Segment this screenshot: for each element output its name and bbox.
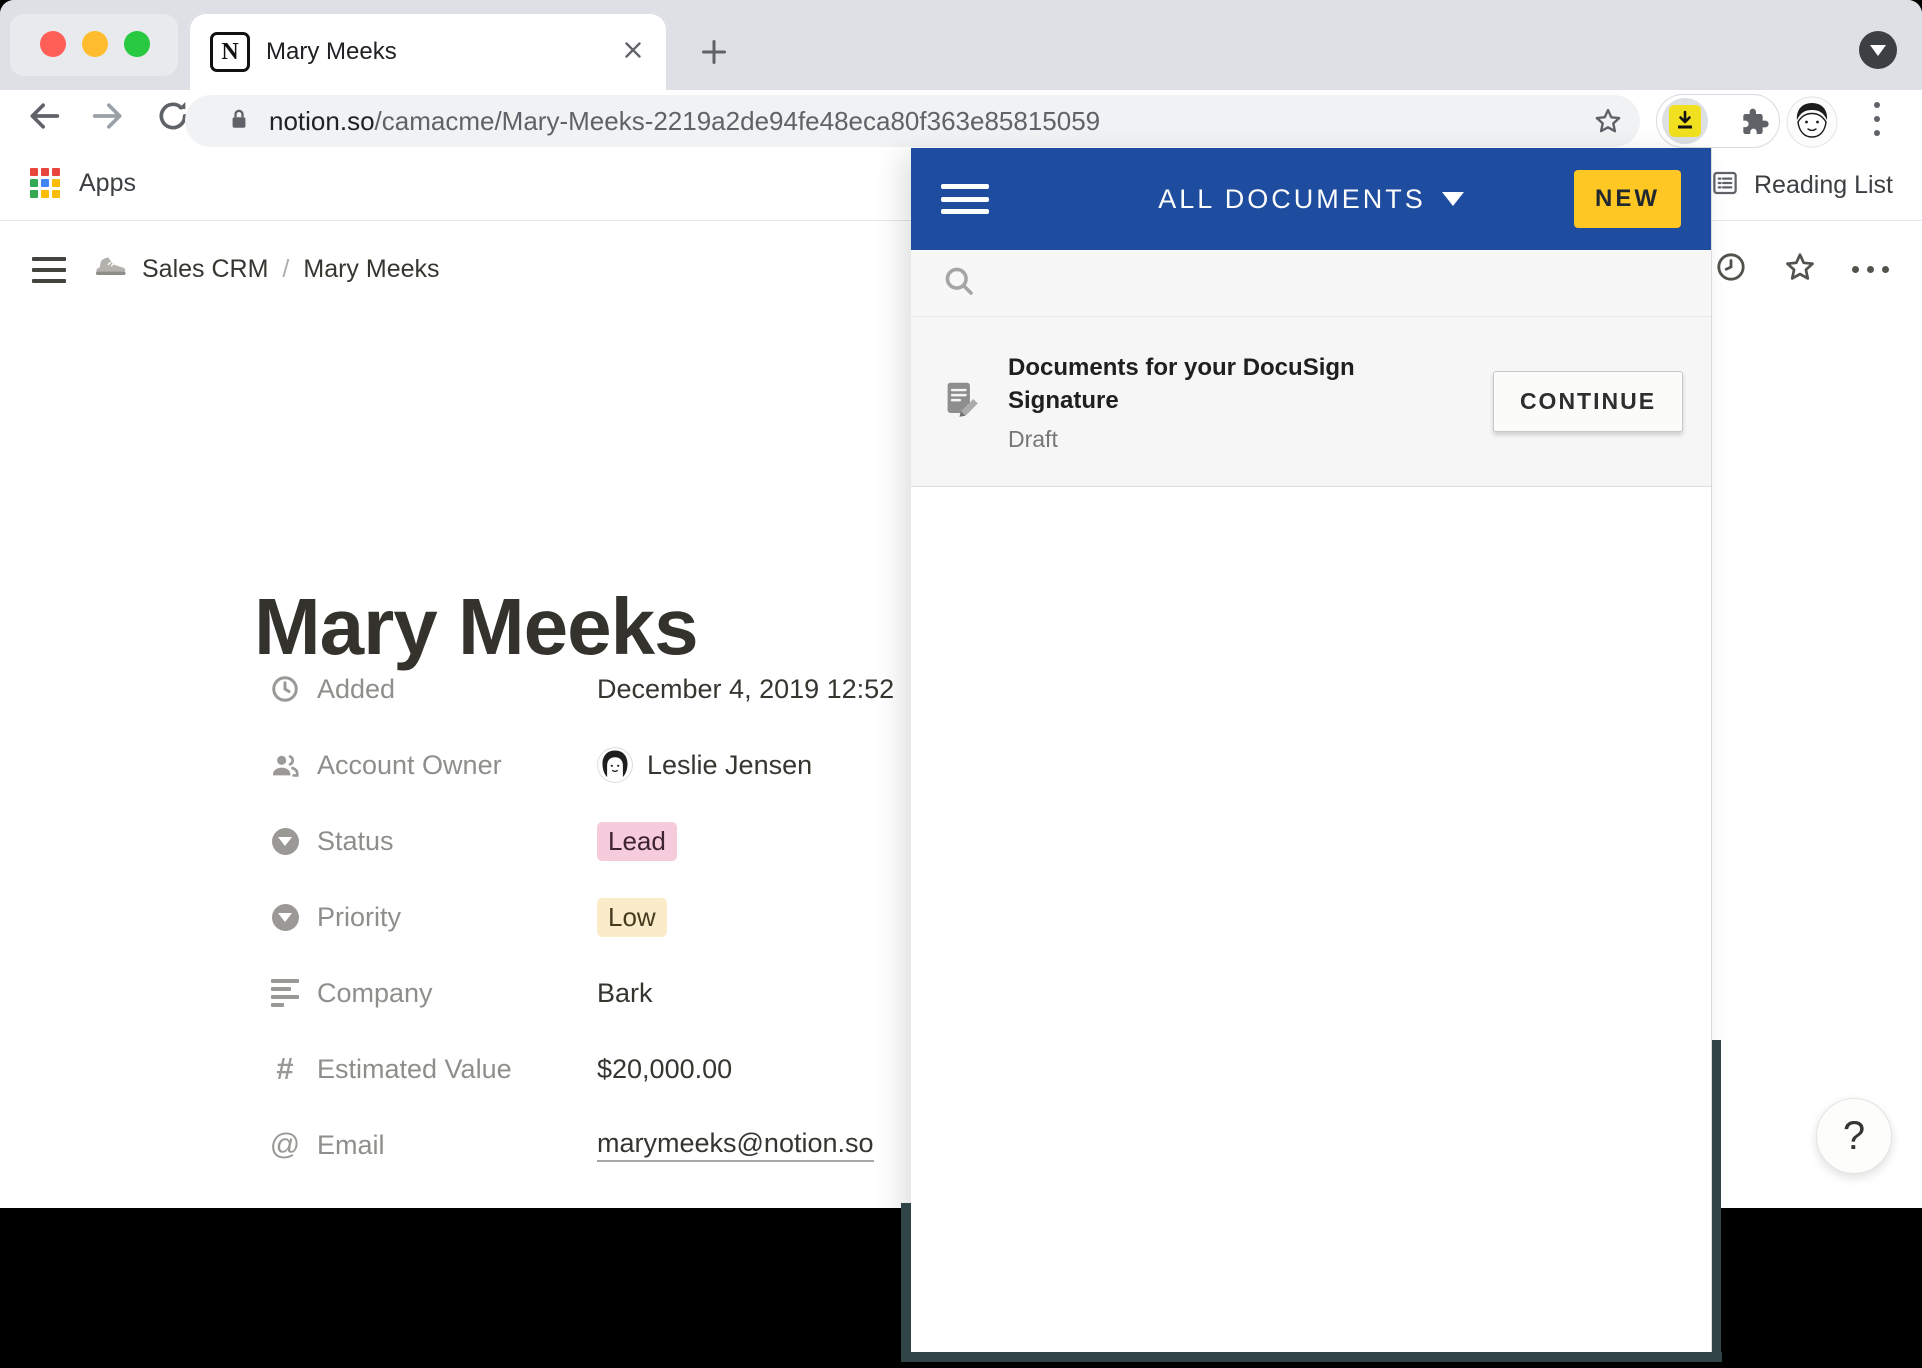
property-value-person[interactable]: Leslie Jensen <box>597 747 812 783</box>
email-link[interactable]: marymeeks@notion.so <box>597 1128 874 1162</box>
tab-strip: N Mary Meeks <box>0 0 1922 90</box>
chevron-down-icon <box>1870 45 1886 56</box>
popup-frame-right <box>1712 1040 1721 1362</box>
select-icon <box>268 824 302 858</box>
property-label: Company <box>317 978 433 1009</box>
property-label: Priority <box>317 902 401 933</box>
more-options-icon[interactable] <box>1852 266 1889 273</box>
extensions-area <box>1656 94 1780 148</box>
breadcrumb-page[interactable]: Mary Meeks <box>303 255 439 284</box>
align-left-icon <box>268 976 302 1010</box>
document-search-bar[interactable] <box>911 250 1711 317</box>
back-icon[interactable] <box>24 96 64 136</box>
property-value-date[interactable]: December 4, 2019 12:52 <box>597 674 894 705</box>
new-tab-button[interactable] <box>696 34 732 70</box>
traffic-light-zoom-button[interactable] <box>124 31 150 57</box>
favorite-star-icon[interactable] <box>1782 249 1818 290</box>
status-tag[interactable]: Lead <box>597 822 677 861</box>
bookmark-star-icon[interactable] <box>1592 105 1624 142</box>
download-icon <box>1669 105 1701 137</box>
search-icon <box>941 263 977 304</box>
notion-favicon: N <box>210 32 250 72</box>
property-row-priority[interactable]: Priority Low <box>256 879 894 955</box>
clock-icon <box>268 672 302 706</box>
property-list: Added December 4, 2019 12:52 Account Own… <box>256 651 894 1183</box>
property-row-added[interactable]: Added December 4, 2019 12:52 <box>256 651 894 727</box>
property-label: Status <box>317 826 394 857</box>
notion-page-controls <box>1714 251 1889 287</box>
apps-grid-icon <box>30 168 60 198</box>
sneaker-icon <box>94 253 128 286</box>
browser-toolbar: notion.so/camacme/Mary-Meeks-2219a2de94f… <box>0 90 1922 155</box>
reading-list-label: Reading List <box>1754 171 1893 200</box>
document-status: Draft <box>1008 426 1388 453</box>
apps-shortcut[interactable]: Apps <box>30 168 136 198</box>
property-row-company[interactable]: Company Bark <box>256 955 894 1031</box>
address-bar[interactable]: notion.so/camacme/Mary-Meeks-2219a2de94f… <box>185 95 1640 147</box>
document-title: Documents for your DocuSign Signature <box>1008 351 1388 417</box>
url-path: /camacme/Mary-Meeks-2219a2de94fe48eca80f… <box>375 106 1101 136</box>
screen: N Mary Meeks <box>0 0 1922 1368</box>
new-document-button[interactable]: NEW <box>1574 170 1681 228</box>
updates-clock-icon[interactable] <box>1714 250 1748 289</box>
document-list-item[interactable]: Documents for your DocuSign Signature Dr… <box>911 317 1711 487</box>
traffic-light-minimize-button[interactable] <box>82 31 108 57</box>
estimated-value[interactable]: $20,000.00 <box>597 1054 732 1085</box>
traffic-light-close-button[interactable] <box>40 31 66 57</box>
help-button[interactable]: ? <box>1816 1098 1892 1174</box>
tab-search-button[interactable] <box>1859 31 1897 69</box>
document-draft-icon <box>942 380 980 423</box>
tab-title: Mary Meeks <box>266 38 620 66</box>
reading-list-icon <box>1710 168 1740 203</box>
popup-frame-left <box>901 1203 911 1362</box>
tab-close-icon[interactable] <box>620 37 646 68</box>
people-icon <box>268 748 302 782</box>
reading-list-button[interactable]: Reading List <box>1710 168 1893 203</box>
docusign-popup: ALL DOCUMENTS NEW Documents for your Doc… <box>911 148 1712 1352</box>
docusign-header: ALL DOCUMENTS NEW <box>911 148 1711 250</box>
property-row-status[interactable]: Status Lead <box>256 803 894 879</box>
chevron-down-icon <box>1442 192 1464 206</box>
breadcrumb-workspace[interactable]: Sales CRM <box>142 255 268 284</box>
breadcrumb-separator: / <box>282 255 289 284</box>
lock-icon <box>225 105 253 138</box>
property-row-email[interactable]: @ Email marymeeks@notion.so <box>256 1107 894 1183</box>
property-label: Email <box>317 1130 385 1161</box>
property-row-estimated-value[interactable]: # Estimated Value $20,000.00 <box>256 1031 894 1107</box>
profile-avatar[interactable] <box>1786 96 1838 148</box>
breadcrumb: Sales CRM / Mary Meeks <box>94 245 440 293</box>
property-row-account-owner[interactable]: Account Owner Leslie Jensen <box>256 727 894 803</box>
person-avatar <box>597 747 633 783</box>
browser-menu-icon[interactable] <box>1874 102 1880 136</box>
docusign-extension-button[interactable] <box>1662 98 1708 144</box>
extensions-puzzle-icon[interactable] <box>1738 106 1770 143</box>
url-text: notion.so/camacme/Mary-Meeks-2219a2de94f… <box>269 106 1100 137</box>
browser-tab[interactable]: N Mary Meeks <box>190 14 666 90</box>
apps-label: Apps <box>79 169 136 198</box>
priority-tag[interactable]: Low <box>597 898 667 937</box>
url-host: notion.so <box>269 106 375 136</box>
menu-icon[interactable] <box>941 184 989 214</box>
document-info: Documents for your DocuSign Signature Dr… <box>1008 351 1388 453</box>
popup-frame-bottom <box>901 1352 1722 1362</box>
at-icon: @ <box>268 1128 302 1162</box>
property-label: Estimated Value <box>317 1054 512 1085</box>
person-name: Leslie Jensen <box>647 750 812 781</box>
continue-button[interactable]: CONTINUE <box>1493 371 1683 432</box>
select-icon <box>268 900 302 934</box>
documents-filter-label: ALL DOCUMENTS <box>1158 184 1426 215</box>
property-label: Account Owner <box>317 750 502 781</box>
company-value[interactable]: Bark <box>597 978 653 1009</box>
forward-icon[interactable] <box>88 96 128 136</box>
sidebar-menu-icon[interactable] <box>32 257 66 283</box>
hash-icon: # <box>268 1052 302 1086</box>
property-label: Added <box>317 674 395 705</box>
